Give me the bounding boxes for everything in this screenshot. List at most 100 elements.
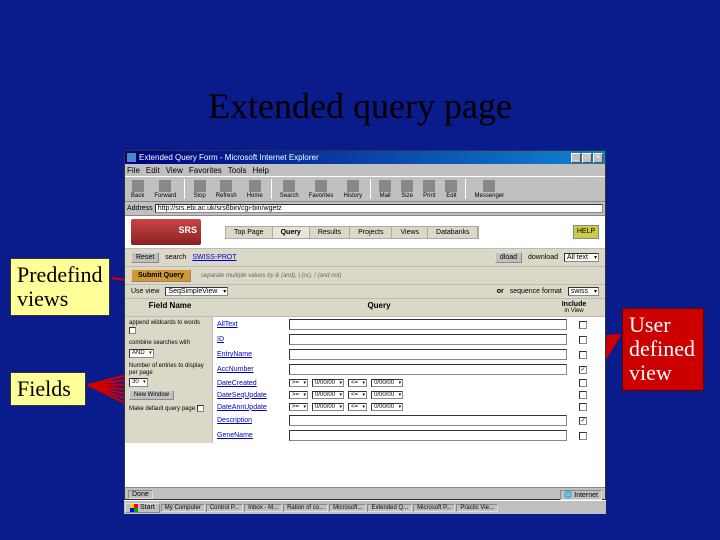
print-button[interactable]: Print [419, 179, 439, 200]
srs-logo [131, 219, 201, 245]
history-button[interactable]: History [339, 179, 366, 200]
window-title: Extended Query Form - Microsoft Internet… [139, 153, 571, 162]
taskbar: Start My Computer Control P... Inbox - M… [124, 500, 606, 514]
tab-databanks[interactable]: Databanks [428, 227, 478, 238]
combine-select[interactable]: AND [129, 349, 154, 358]
query-input[interactable] [289, 349, 567, 360]
use-view-select[interactable]: SeqSimpleView [165, 287, 228, 296]
new-window-button[interactable]: New Window [129, 390, 174, 400]
include-checkbox[interactable] [579, 432, 587, 440]
date-op-select[interactable]: <= [348, 391, 367, 399]
tab-top-page[interactable]: Top Page [226, 227, 273, 238]
query-input[interactable] [289, 364, 567, 375]
include-checkbox[interactable]: ✓ [579, 366, 587, 374]
menu-help[interactable]: Help [252, 166, 268, 175]
task-item[interactable]: Extended Q... [367, 504, 412, 512]
seq-format-select[interactable]: swiss [568, 287, 599, 296]
date-value-select[interactable]: 0/00/00 [371, 391, 403, 399]
include-checkbox[interactable]: ✓ [579, 417, 587, 425]
submit-row: Submit Query separate multiple values by… [125, 267, 605, 285]
wildcards-checkbox[interactable] [129, 327, 136, 334]
task-item[interactable]: Inbox - M... [244, 504, 282, 512]
field-name-link[interactable]: AccNumber [217, 366, 285, 373]
date-value-select[interactable]: 0/00/00 [312, 379, 344, 387]
start-button[interactable]: Start [125, 503, 160, 513]
menu-file[interactable]: File [127, 166, 140, 175]
combine-label: combine searches with [129, 340, 190, 346]
favorites-button[interactable]: Favorites [305, 179, 338, 200]
edit-button[interactable]: Edit [441, 179, 461, 200]
date-op-select[interactable]: >= [289, 379, 308, 387]
help-button[interactable]: HELP [573, 225, 599, 239]
field-name-link[interactable]: DateAnnUpdate [217, 404, 285, 411]
menu-view[interactable]: View [166, 166, 183, 175]
task-item[interactable]: Microsoft P... [413, 504, 455, 512]
query-input[interactable] [289, 319, 567, 330]
search-db-link[interactable]: SWISS-PROT [192, 254, 236, 261]
task-item[interactable]: My Computer [161, 504, 205, 512]
status-zone: 🌐 Internet [560, 490, 602, 500]
field-name-link[interactable]: GeneName [217, 432, 285, 439]
query-input[interactable] [289, 415, 567, 426]
download-select[interactable]: All text [564, 253, 599, 262]
date-op-select[interactable]: >= [289, 403, 308, 411]
menu-favorites[interactable]: Favorites [189, 166, 222, 175]
messenger-button[interactable]: Messenger [470, 179, 508, 200]
submit-query-button[interactable]: Submit Query [131, 269, 191, 282]
date-op-select[interactable]: >= [289, 391, 308, 399]
field-name-link[interactable]: Description [217, 417, 285, 424]
include-checkbox[interactable] [579, 379, 587, 387]
include-checkbox[interactable] [579, 391, 587, 399]
date-value-select[interactable]: 0/00/00 [312, 403, 344, 411]
home-button[interactable]: Home [243, 179, 267, 200]
include-checkbox[interactable] [579, 321, 587, 329]
back-button[interactable]: Back [127, 179, 148, 200]
mail-button[interactable]: Mail [375, 179, 395, 200]
forward-button[interactable]: Forward [150, 179, 180, 200]
menu-tools[interactable]: Tools [228, 166, 247, 175]
size-button[interactable]: Size [397, 179, 417, 200]
include-checkbox[interactable] [579, 403, 587, 411]
date-value-select[interactable]: 0/00/00 [371, 403, 403, 411]
task-item[interactable]: Microsoft... [329, 504, 366, 512]
form-body: append wildcards to words combine search… [125, 317, 605, 443]
address-input[interactable]: http://srs.ebi.ac.uk/srs6bin/cgi-bin/wge… [155, 204, 603, 213]
query-input[interactable] [289, 430, 567, 441]
col-query: Query [209, 301, 549, 314]
include-checkbox[interactable] [579, 336, 587, 344]
date-value-select[interactable]: 0/00/00 [312, 391, 344, 399]
include-checkbox[interactable] [579, 351, 587, 359]
close-button[interactable]: × [593, 153, 603, 163]
menu-edit[interactable]: Edit [146, 166, 160, 175]
query-input[interactable] [289, 334, 567, 345]
search-button[interactable]: Search [276, 179, 303, 200]
task-item[interactable]: Ration of co... [283, 504, 328, 512]
field-name-link[interactable]: AllText [217, 321, 285, 328]
tab-query[interactable]: Query [273, 227, 310, 238]
tab-projects[interactable]: Projects [350, 227, 392, 238]
tab-views[interactable]: Views [392, 227, 428, 238]
col-include: Includein View [549, 301, 599, 314]
tab-results[interactable]: Results [310, 227, 350, 238]
minimize-button[interactable]: _ [571, 153, 581, 163]
download-label: download [528, 254, 558, 261]
maximize-button[interactable]: □ [582, 153, 592, 163]
annotation-fields: Fields [10, 372, 86, 406]
stop-button[interactable]: Stop [189, 179, 209, 200]
default-checkbox[interactable] [197, 405, 204, 412]
date-op-select[interactable]: <= [348, 403, 367, 411]
date-op-select[interactable]: <= [348, 379, 367, 387]
field-name-link[interactable]: DateSeqUpdate [217, 392, 285, 399]
task-item[interactable]: Control P... [206, 504, 243, 512]
reset-button[interactable]: Reset [131, 252, 159, 263]
field-name-link[interactable]: EntryName [217, 351, 285, 358]
status-done: Done [128, 490, 153, 499]
field-name-link[interactable]: DateCreated [217, 380, 285, 387]
task-item[interactable]: Practic Vie... [456, 504, 498, 512]
download-button[interactable]: dload [495, 252, 522, 263]
entries-select[interactable]: 30 [129, 378, 148, 387]
date-value-select[interactable]: 0/00/00 [371, 379, 403, 387]
field-name-link[interactable]: ID [217, 336, 285, 343]
field-row: AccNumber ✓ [213, 362, 605, 377]
refresh-button[interactable]: Refresh [212, 179, 241, 200]
